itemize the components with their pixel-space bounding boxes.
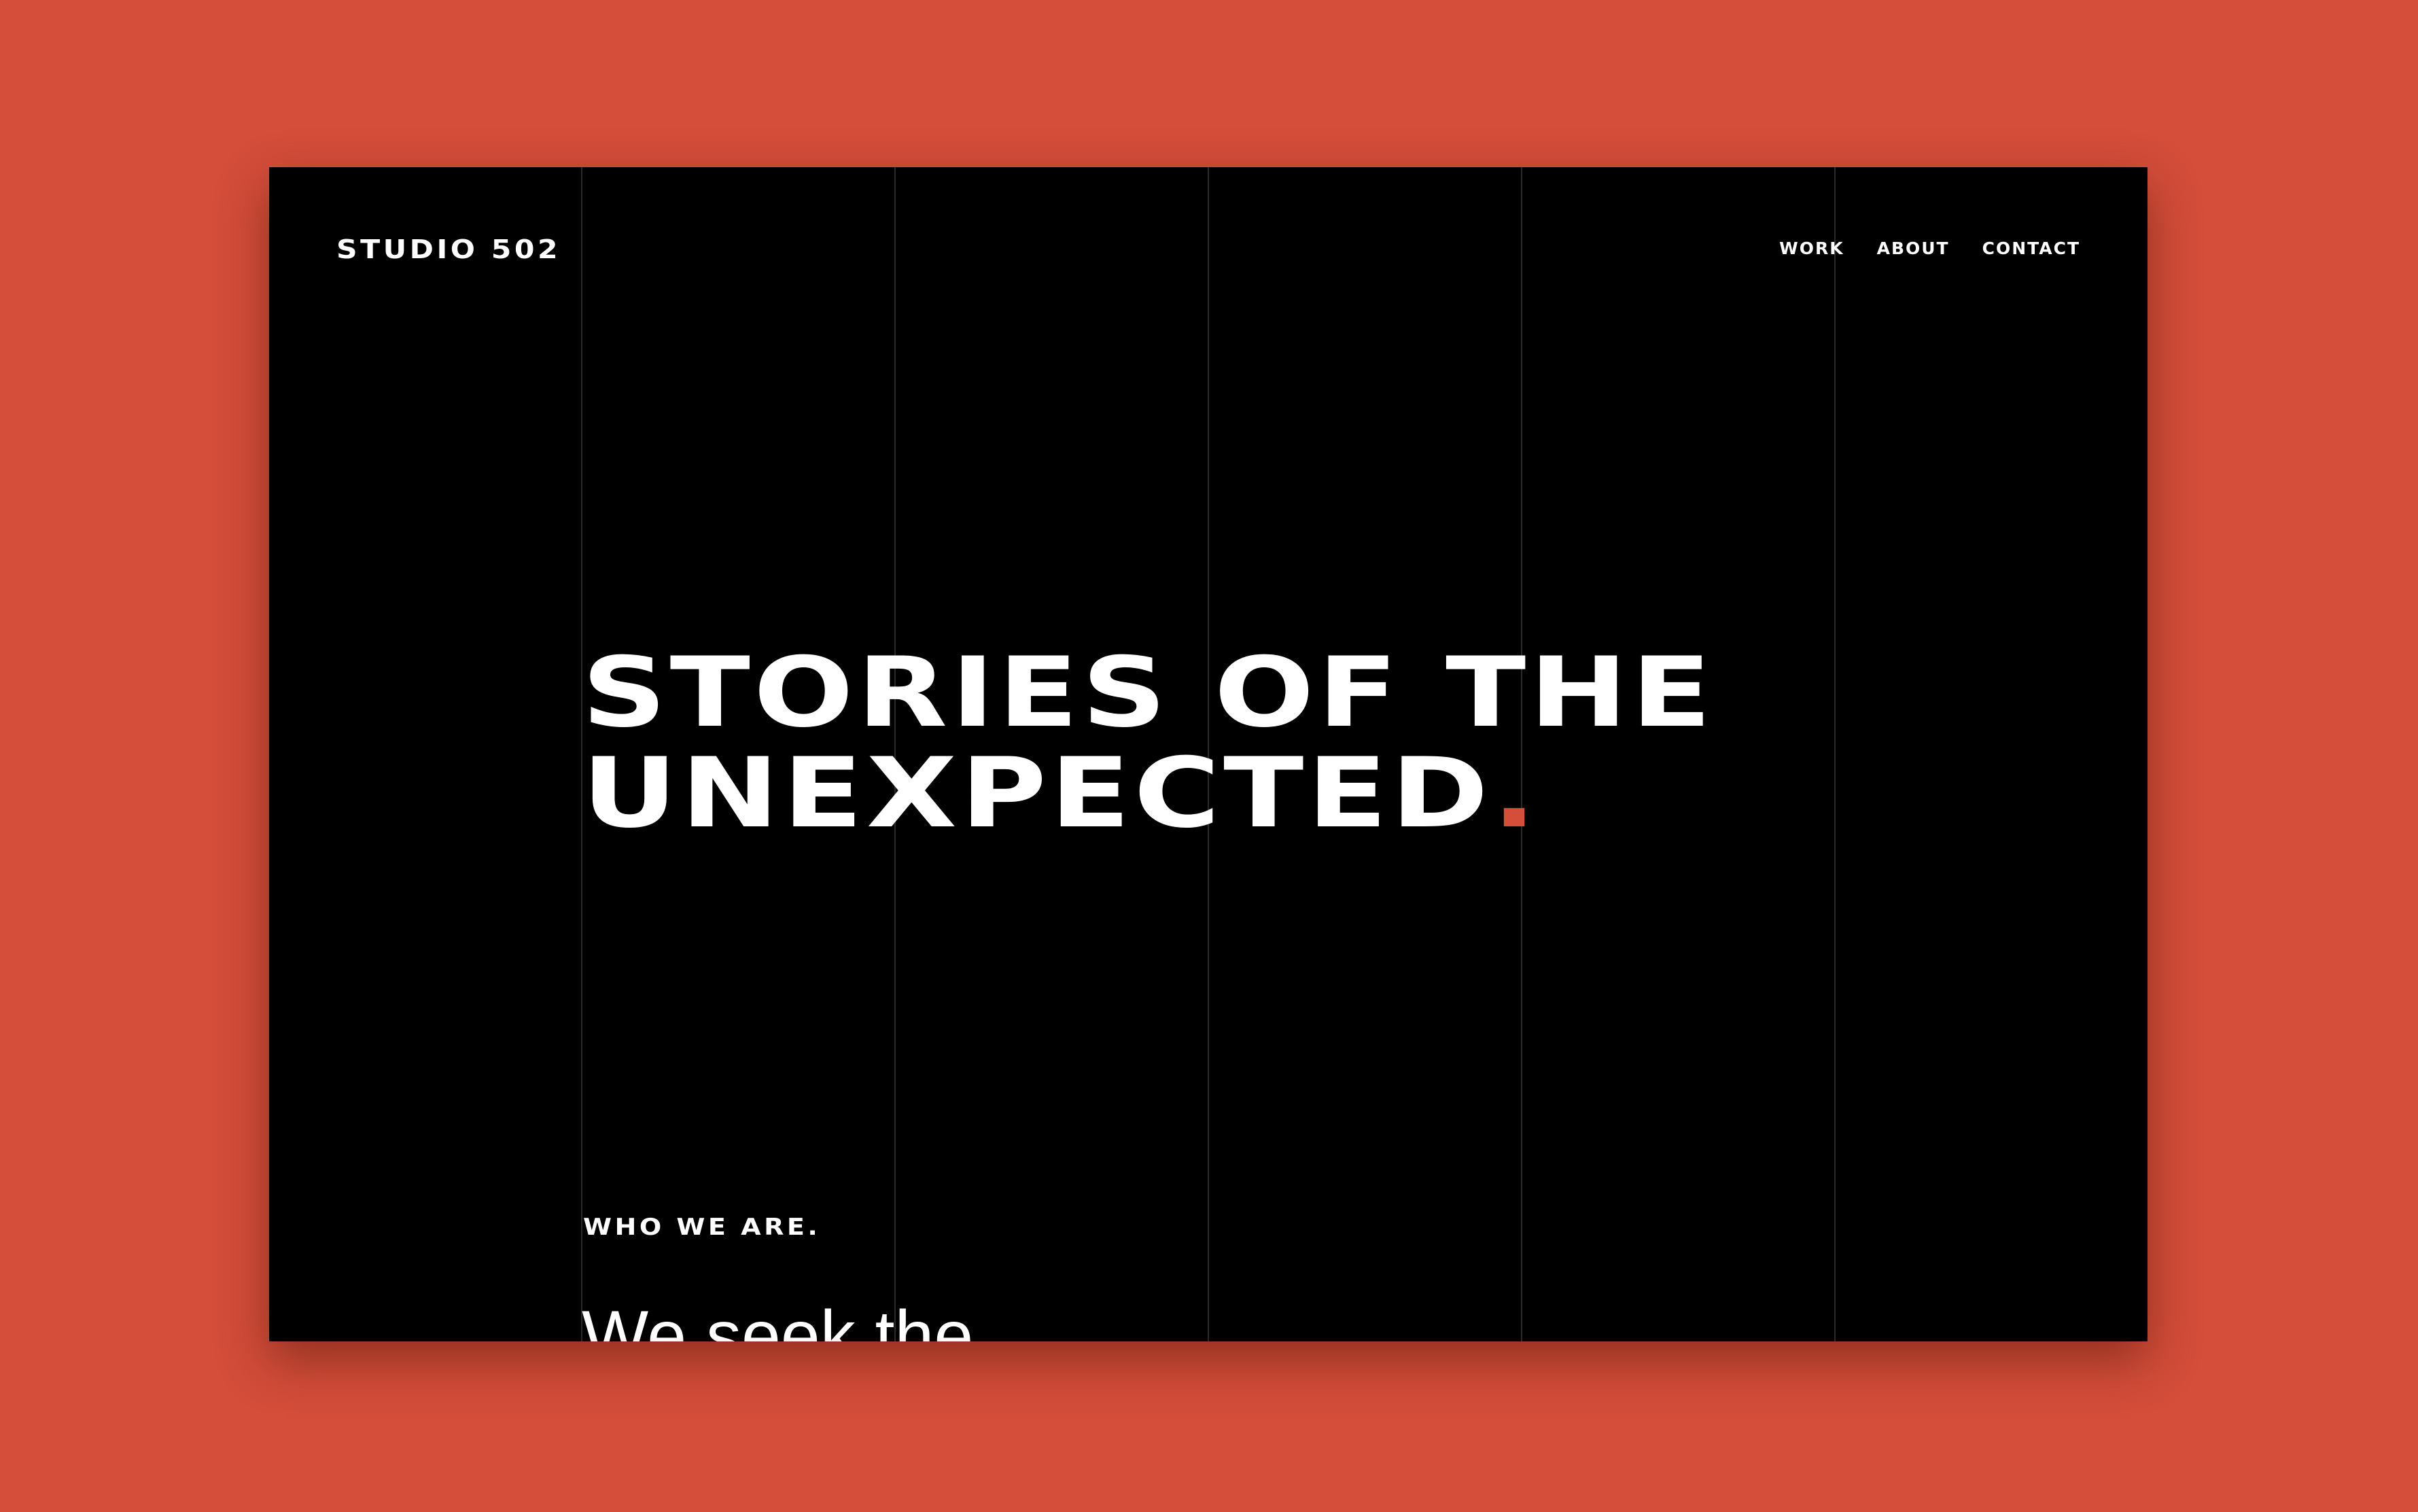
intro-text: We seek the [582, 1297, 974, 1341]
section-label-who-we-are: WHO WE ARE. [583, 1214, 821, 1241]
hero-headline-word: UNEXPECTED [582, 737, 1492, 849]
nav-link-about[interactable]: ABOUT [1877, 238, 1950, 260]
main-nav: WORK ABOUT CONTACT [1779, 238, 2080, 260]
nav-link-work[interactable]: WORK [1779, 238, 1844, 260]
nav-link-contact[interactable]: CONTACT [1982, 238, 2080, 260]
website-canvas: STUDIO 502 WORK ABOUT CONTACT STORIES OF… [269, 167, 2148, 1341]
hero-headline: STORIES OF THE UNEXPECTED. [582, 643, 1715, 844]
grid-line [1834, 167, 1836, 1341]
hero-headline-line-2: UNEXPECTED. [582, 743, 1715, 844]
site-logo[interactable]: STUDIO 502 [336, 233, 561, 266]
accent-dot: . [1492, 737, 1540, 849]
hero-headline-line-1: STORIES OF THE [582, 637, 1715, 749]
